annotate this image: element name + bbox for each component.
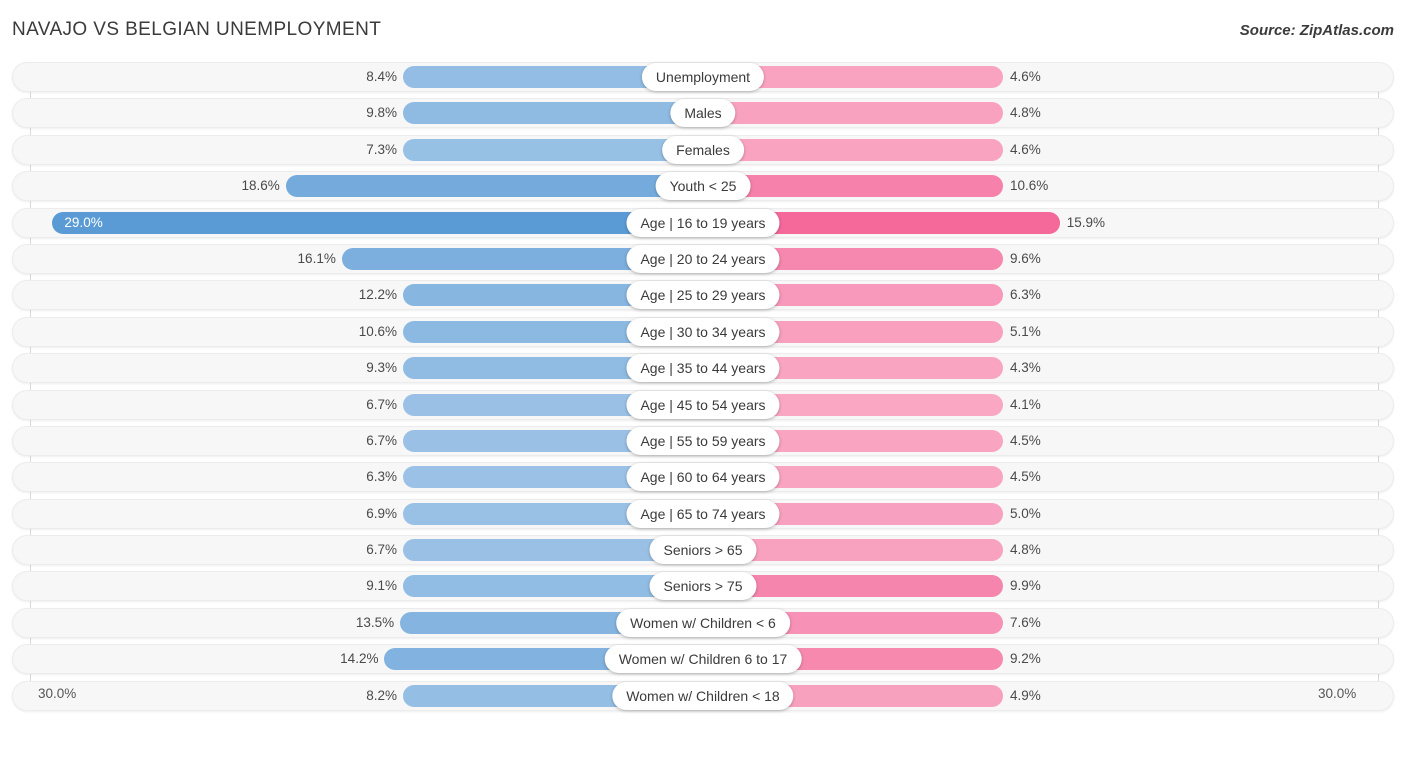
category-pill[interactable]: Age | 35 to 44 years [626,354,780,383]
category-pill[interactable]: Age | 16 to 19 years [626,208,780,237]
bar-row[interactable]: 8.4% 4.6% Unemployment [0,62,1406,92]
value-label-navajo: 10.6% [358,323,397,339]
value-label-belgian: 9.6% [1010,250,1041,266]
value-label-belgian: 4.5% [1010,432,1041,448]
bar-navajo[interactable] [285,175,703,198]
bar-row[interactable]: 6.7% 4.5% Age | 55 to 59 years [0,425,1406,456]
chart-page: NAVAJO VS BELGIAN UNEMPLOYMENT Source: Z… [0,0,1406,757]
value-label-navajo: 16.1% [297,250,336,266]
bar-row[interactable]: 18.6% 10.6% Youth < 25 [0,171,1406,202]
bar-rows: 8.4% 4.6% Unemployment 9.8% 4.8% Males 7.3% 4.6… [0,62,1406,717]
value-label-belgian: 6.3% [1010,287,1041,303]
category-pill[interactable]: Seniors > 75 [649,572,757,601]
value-label-navajo: 29.0% [64,214,103,230]
value-label-belgian: 4.5% [1010,469,1041,485]
bar-row[interactable]: 6.7% 4.1% Age | 45 to 54 years [0,389,1406,420]
value-label-belgian: 4.6% [1010,69,1041,84]
value-label-belgian: 15.9% [1066,214,1105,230]
category-pill[interactable]: Unemployment [641,63,765,91]
category-pill[interactable]: Age | 30 to 34 years [626,317,780,346]
category-pill[interactable]: Women w/ Children 6 to 17 [604,645,802,674]
category-pill[interactable]: Youth < 25 [655,172,751,201]
bar-row[interactable]: 14.2% 9.2% Women w/ Children 6 to 17 [0,644,1406,675]
value-label-belgian: 4.8% [1010,105,1041,121]
value-label-belgian: 4.1% [1010,396,1041,412]
bar-navajo[interactable] [403,102,703,125]
value-label-navajo: 9.1% [366,578,397,594]
category-pill[interactable]: Age | 55 to 59 years [626,426,780,455]
plot-area: 8.4% 4.6% Unemployment 9.8% 4.8% Males 7.3% 4.6… [0,62,1406,719]
page-title: NAVAJO VS BELGIAN UNEMPLOYMENT [12,19,382,40]
category-pill[interactable]: Age | 65 to 74 years [626,499,780,528]
category-pill[interactable]: Males [670,99,736,128]
value-label-belgian: 5.1% [1010,323,1041,339]
bar-row[interactable]: 7.3% 4.6% Females [0,134,1406,165]
value-label-navajo: 12.2% [358,287,397,303]
value-label-navajo: 6.7% [366,432,397,448]
source-attribution: Source: ZipAtlas.com [1239,22,1394,39]
bar-row[interactable]: 9.3% 4.3% Age | 35 to 44 years [0,353,1406,384]
value-label-belgian: 7.6% [1010,614,1041,630]
category-pill[interactable]: Age | 25 to 29 years [626,281,780,310]
value-label-belgian: 10.6% [1010,178,1049,194]
category-pill[interactable]: Women w/ Children < 6 [616,608,790,637]
category-pill[interactable]: Females [662,135,744,164]
bar-row[interactable]: 10.6% 5.1% Age | 30 to 34 years [0,316,1406,347]
value-label-belgian: 5.0% [1010,505,1041,521]
category-pill[interactable]: Age | 45 to 54 years [626,390,780,419]
bar-row[interactable]: 6.7% 4.8% Seniors > 65 [0,535,1406,566]
bar-navajo[interactable] [52,211,703,234]
value-label-belgian: 4.8% [1010,542,1041,558]
value-label-navajo: 6.7% [366,396,397,412]
value-label-navajo: 9.8% [366,105,397,121]
value-label-belgian: 9.2% [1010,651,1041,667]
bar-row[interactable]: 16.1% 9.6% Age | 20 to 24 years [0,243,1406,274]
bar-belgian[interactable] [703,138,1003,161]
value-label-belgian: 4.6% [1010,141,1041,157]
value-label-navajo: 6.3% [366,469,397,485]
value-label-navajo: 14.2% [340,651,379,667]
value-label-navajo: 8.4% [366,69,397,84]
bar-row[interactable]: 12.2% 6.3% Age | 25 to 29 years [0,280,1406,311]
bar-row[interactable]: 6.3% 4.5% Age | 60 to 64 years [0,462,1406,493]
value-label-belgian: 9.9% [1010,578,1041,594]
bar-row[interactable]: 9.8% 4.8% Males [0,98,1406,129]
value-label-navajo: 6.9% [366,505,397,521]
value-label-belgian: 4.3% [1010,360,1041,376]
bar-belgian[interactable] [703,102,1003,125]
value-label-navajo: 7.3% [366,141,397,157]
value-label-navajo: 13.5% [355,614,395,630]
value-label-navajo: 6.7% [366,542,397,558]
category-pill[interactable]: Age | 60 to 64 years [626,463,780,492]
bar-row[interactable]: 6.9% 5.0% Age | 65 to 74 years [0,498,1406,529]
category-pill[interactable]: Seniors > 65 [649,536,757,565]
bar-row[interactable]: 29.0% 15.9% Age | 16 to 19 years [0,207,1406,238]
category-pill[interactable]: Women w/ Children < 18 [612,681,794,710]
bar-navajo[interactable] [403,138,703,161]
bar-row[interactable]: 13.5% 7.6% Women w/ Children < 6 [0,607,1406,638]
value-label-navajo: 18.6% [241,178,280,194]
bar-row[interactable]: 9.1% 9.9% Seniors > 75 [0,571,1406,602]
value-label-navajo: 9.3% [366,360,397,376]
category-pill[interactable]: Age | 20 to 24 years [626,244,780,273]
